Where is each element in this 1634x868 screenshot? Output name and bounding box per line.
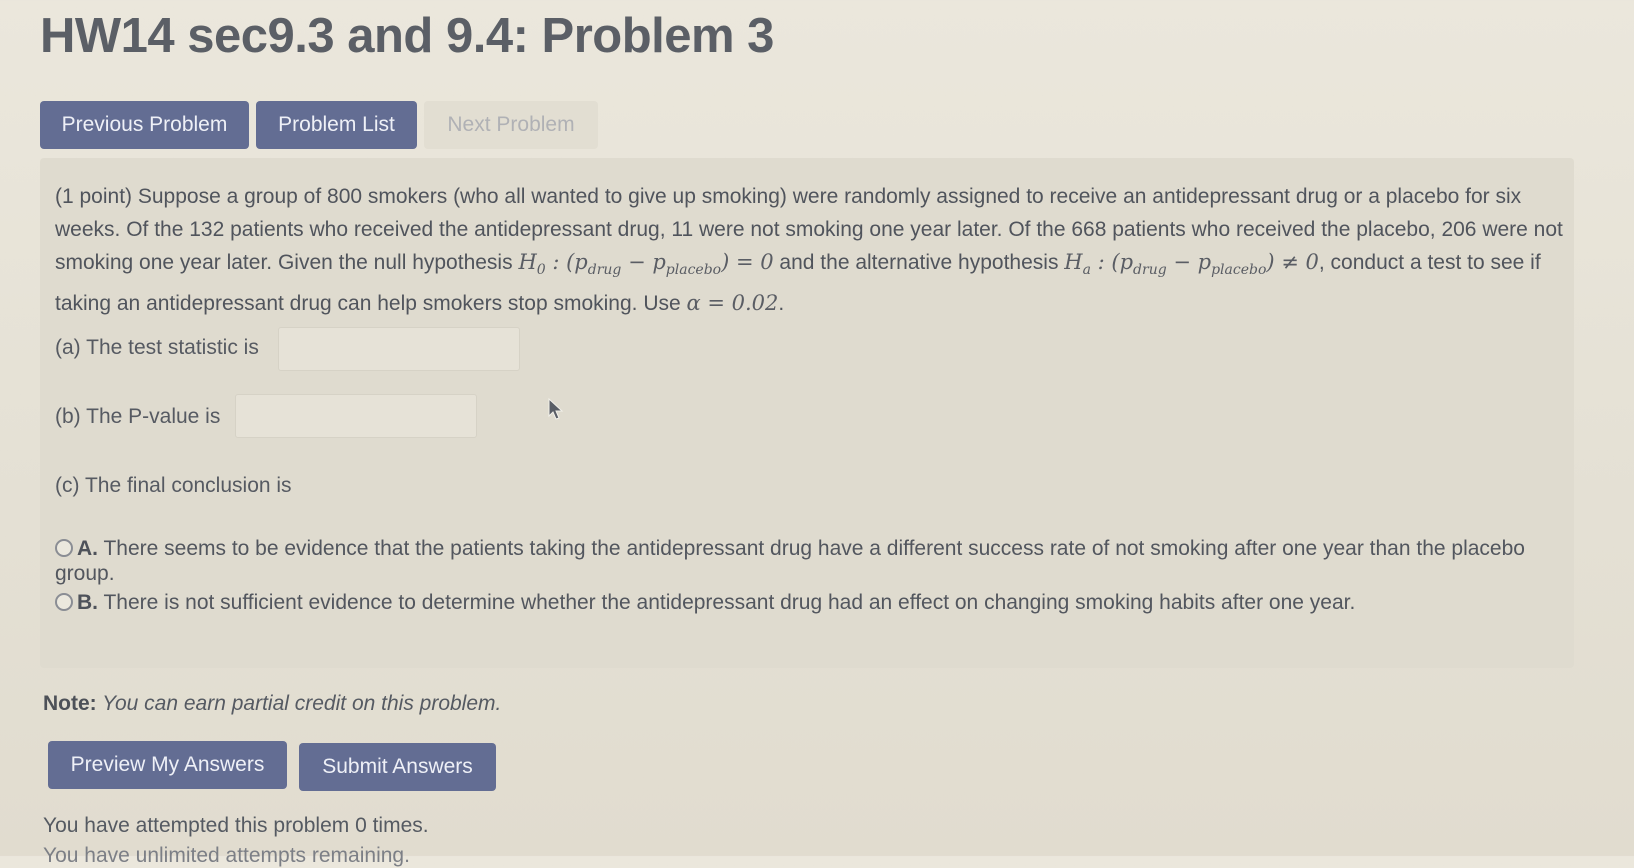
problem-list-button[interactable]: Problem List bbox=[256, 101, 417, 149]
preview-answers-button[interactable]: Preview My Answers bbox=[48, 741, 287, 789]
statement-text-4: . bbox=[778, 292, 785, 316]
part-b-label: (b) The P-value is bbox=[55, 405, 221, 428]
problem-statement: (1 point) Suppose a group of 800 smokers… bbox=[55, 180, 1565, 320]
radio-button-b[interactable] bbox=[55, 593, 73, 611]
alpha-value: α = 0.02 bbox=[686, 291, 779, 316]
choice-a-text: There seems to be evidence that the pati… bbox=[55, 537, 1525, 585]
problem-page: HW14 sec9.3 and 9.4: Problem 3 Previous … bbox=[0, 0, 1634, 867]
next-problem-button: Next Problem bbox=[424, 101, 598, 149]
page-title: HW14 sec9.3 and 9.4: Problem 3 bbox=[40, 9, 774, 63]
p-value-input[interactable] bbox=[235, 394, 477, 438]
attempts-count: You have attempted this problem 0 times. bbox=[43, 814, 429, 837]
problem-panel: (1 point) Suppose a group of 800 smokers… bbox=[40, 158, 1574, 668]
part-c-label: (c) The final conclusion is bbox=[55, 474, 292, 497]
alternative-hypothesis: Ha : (pdrug − pplacebo) ≠ 0 bbox=[1064, 250, 1319, 279]
test-statistic-input[interactable] bbox=[278, 327, 520, 371]
null-hypothesis: H0 : (pdrug − pplacebo) = 0 bbox=[518, 250, 774, 279]
submit-answers-button[interactable]: Submit Answers bbox=[299, 743, 496, 791]
conclusion-choices: A. There seems to be evidence that the p… bbox=[55, 536, 1555, 619]
attempts-remaining: You have unlimited attempts remaining. bbox=[43, 844, 410, 867]
choice-b-text: There is not sufficient evidence to dete… bbox=[98, 591, 1356, 614]
previous-problem-button[interactable]: Previous Problem bbox=[40, 101, 249, 149]
radio-button-a[interactable] bbox=[55, 539, 73, 557]
part-a-label: (a) The test statistic is bbox=[55, 336, 259, 359]
statement-text-2: and the alternative hypothesis bbox=[773, 251, 1065, 274]
partial-credit-note: Note: You can earn partial credit on thi… bbox=[43, 692, 502, 715]
choice-b[interactable]: B. There is not sufficient evidence to d… bbox=[55, 590, 1555, 615]
mouse-cursor-icon bbox=[548, 398, 564, 420]
choice-a[interactable]: A. There seems to be evidence that the p… bbox=[55, 536, 1555, 586]
